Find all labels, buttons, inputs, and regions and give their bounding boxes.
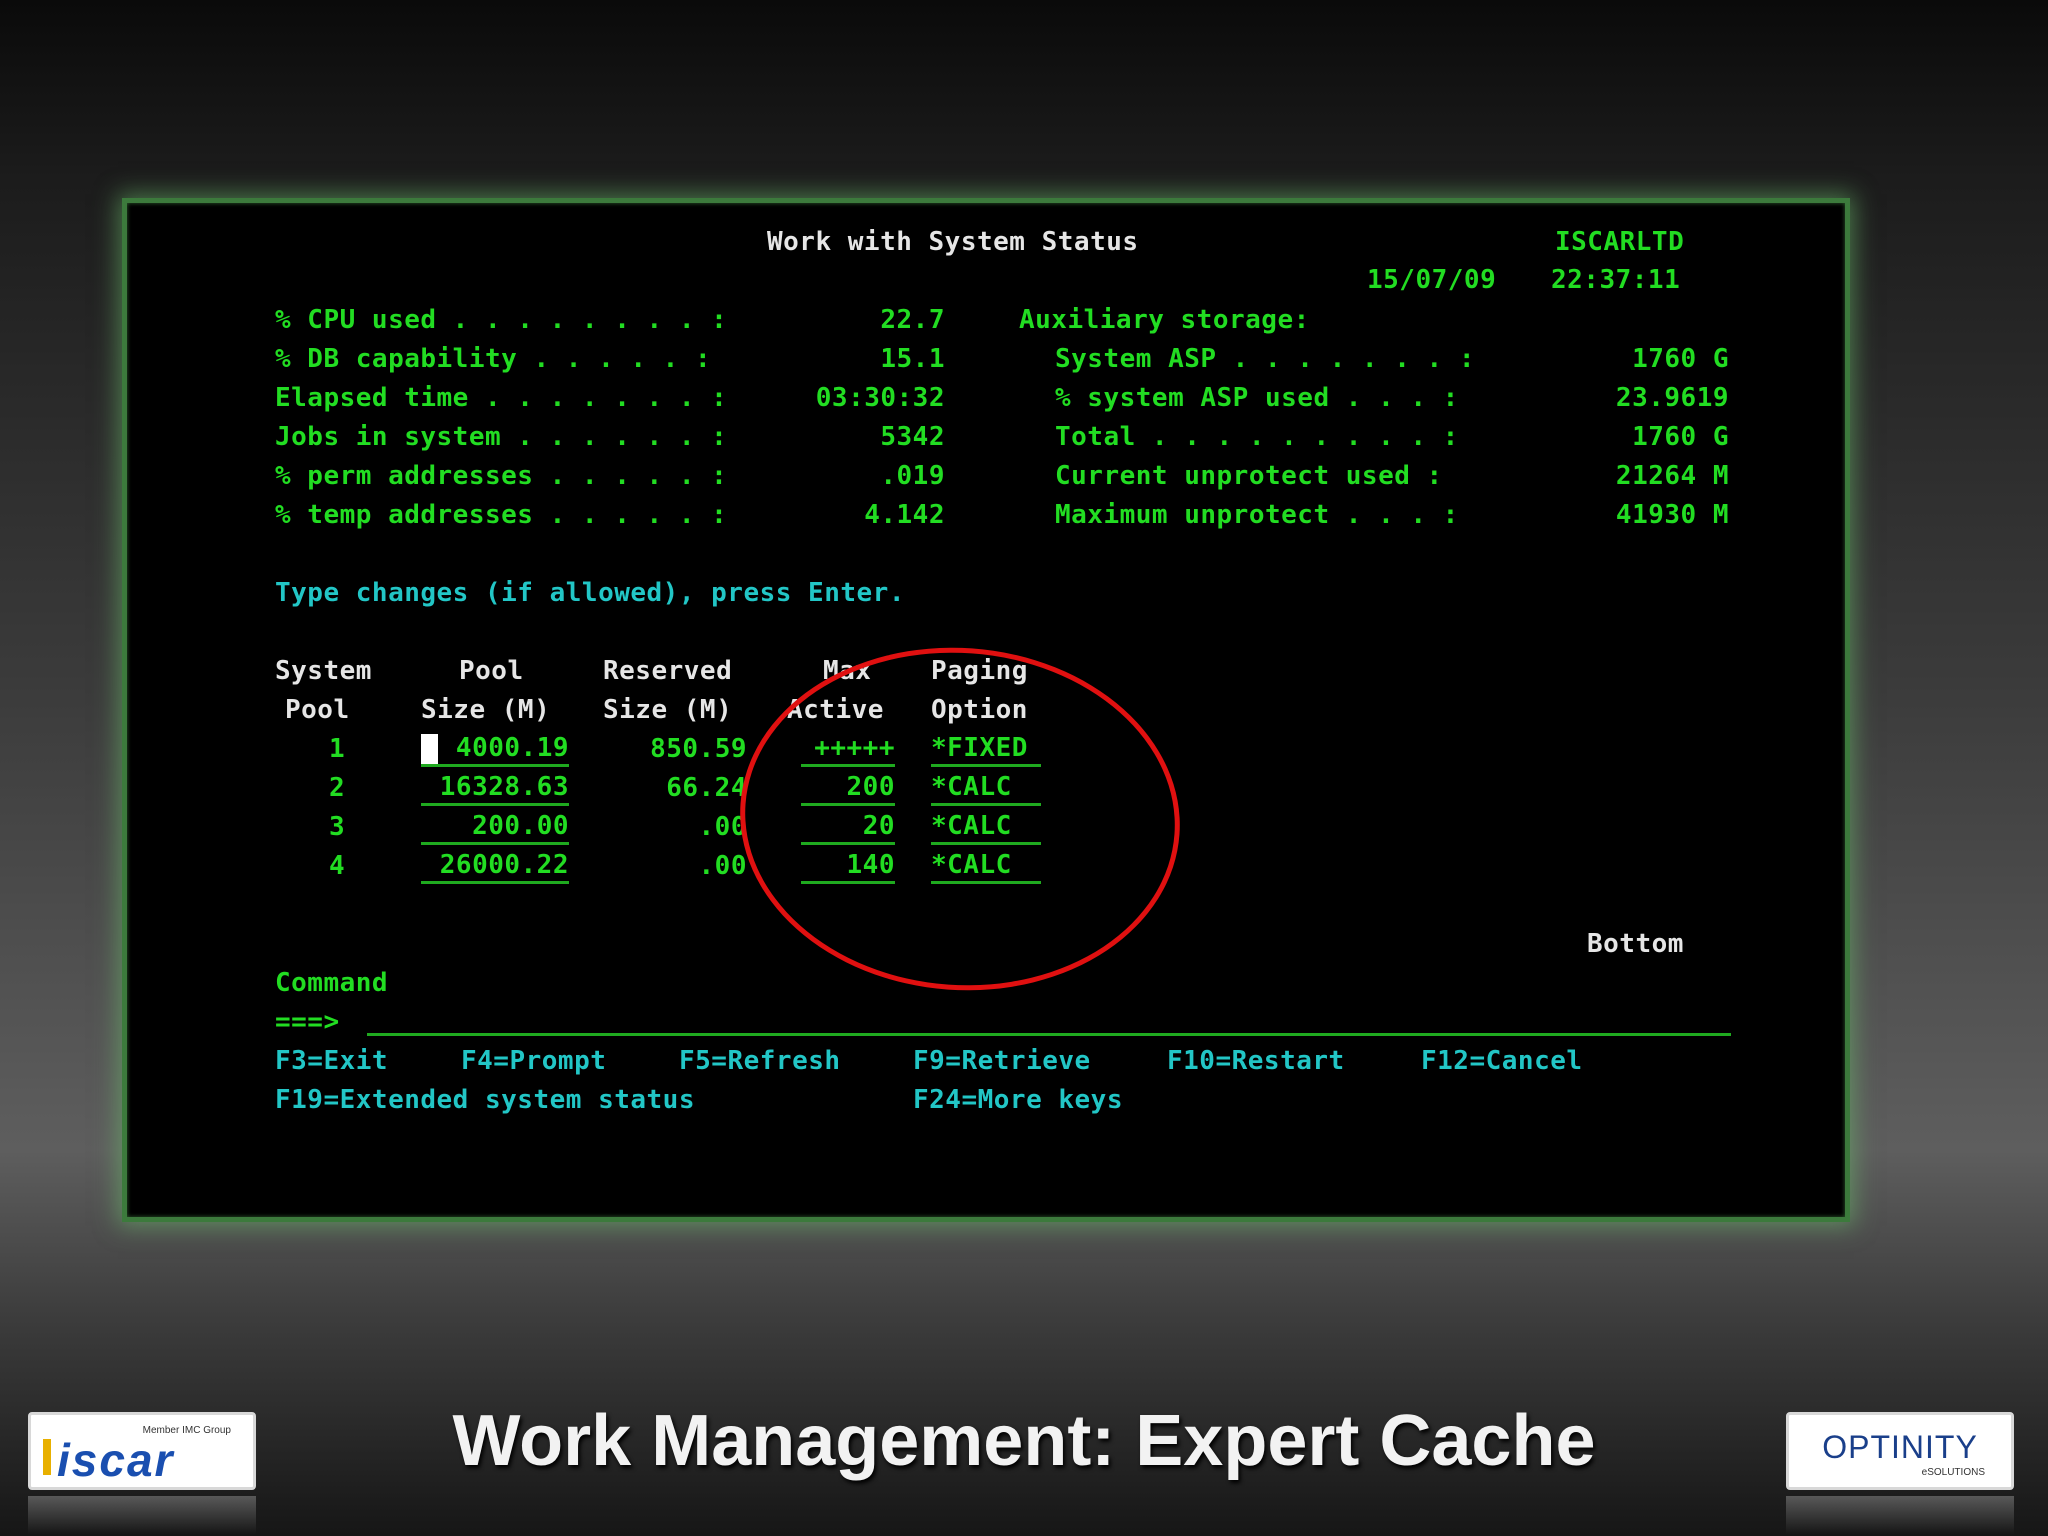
fkey-f5-refresh[interactable]: F5=Refresh: [679, 1044, 841, 1078]
pool-number: 4: [329, 851, 346, 881]
screen-title: Work with System Status: [767, 227, 1139, 257]
command-label: Command: [275, 968, 389, 998]
stat-label-asp-used: % system ASP used . . . :: [1055, 383, 1459, 413]
stat-label-current-unprotect: Current unprotect used :: [1055, 461, 1443, 491]
command-prompt: ===>: [275, 1007, 340, 1037]
date-display: 15/07/09: [1367, 265, 1497, 295]
pool-size-field[interactable]: 4000.19: [421, 732, 569, 767]
col-header-reserved: Reserved: [603, 656, 733, 686]
pool-number: 2: [329, 773, 346, 803]
col-header-pool-size-2: Size (M): [421, 695, 551, 725]
system-name: ISCARLTD: [1555, 227, 1685, 257]
stat-value-max-unprotect: 41930 M: [1615, 500, 1729, 530]
logo-reflection: [1786, 1496, 2014, 1534]
instruction-text: Type changes (if allowed), press Enter.: [275, 578, 905, 608]
stat-value-db: 15.1: [880, 344, 945, 374]
pool-size-field[interactable]: 16328.63: [421, 771, 569, 806]
reserved-size: .00: [698, 812, 747, 842]
fkey-f19-extended[interactable]: F19=Extended system status: [275, 1083, 695, 1117]
stat-value-temp: 4.142: [864, 500, 945, 530]
fkey-f9-retrieve[interactable]: F9=Retrieve: [913, 1044, 1091, 1078]
stat-label-temp: % temp addresses . . . . . :: [275, 500, 728, 530]
pool-number: 1: [329, 734, 346, 764]
col-header-system: System: [275, 656, 372, 686]
col-header-pool-size: Pool: [459, 656, 524, 686]
fkey-f3-exit[interactable]: F3=Exit: [275, 1044, 388, 1078]
stat-label-cpu: % CPU used . . . . . . . . :: [275, 305, 728, 335]
reserved-size: .00: [698, 851, 747, 881]
stat-label-total: Total . . . . . . . . . :: [1055, 422, 1459, 452]
stat-value-current-unprotect: 21264 M: [1615, 461, 1729, 491]
fkey-f10-restart[interactable]: F10=Restart: [1167, 1044, 1345, 1078]
optinity-logo-text: OPTINITY: [1822, 1429, 1978, 1465]
slide-title: Work Management: Expert Cache: [452, 1401, 1596, 1481]
pool-size-field[interactable]: 200.00: [421, 810, 569, 845]
optinity-logo: OPTINITY eSOLUTIONS: [1786, 1412, 2014, 1490]
optinity-logo-subtext: eSOLUTIONS: [1921, 1467, 1985, 1478]
stat-label-db: % DB capability . . . . . :: [275, 344, 712, 374]
stat-label-perm: % perm addresses . . . . . :: [275, 461, 728, 491]
logo-reflection: [28, 1496, 256, 1534]
stat-value-asp-used: 23.9619: [1615, 383, 1729, 413]
fkey-f12-cancel[interactable]: F12=Cancel: [1421, 1044, 1583, 1078]
command-input[interactable]: [367, 1033, 1731, 1036]
reserved-size: 850.59: [650, 734, 747, 764]
col-header-system-2: Pool: [285, 695, 350, 725]
stat-value-jobs: 5342: [880, 422, 945, 452]
fkey-f24-more-keys[interactable]: F24=More keys: [913, 1083, 1123, 1117]
time-display: 22:37:11: [1551, 265, 1681, 295]
pool-size-field[interactable]: 26000.22: [421, 849, 569, 884]
pool-number: 3: [329, 812, 346, 842]
aux-storage-heading: Auxiliary storage:: [1019, 305, 1310, 335]
stat-label-system-asp: System ASP . . . . . . . :: [1055, 344, 1475, 374]
reserved-size: 66.24: [666, 773, 747, 803]
stat-value-elapsed: 03:30:32: [815, 383, 945, 413]
stat-label-elapsed: Elapsed time . . . . . . . :: [275, 383, 728, 413]
stat-value-perm: .019: [880, 461, 945, 491]
bottom-indicator: Bottom: [1587, 929, 1684, 959]
fkey-f4-prompt[interactable]: F4=Prompt: [461, 1044, 606, 1078]
stat-label-jobs: Jobs in system . . . . . . :: [275, 422, 728, 452]
stat-value-system-asp: 1760 G: [1632, 344, 1729, 374]
col-header-reserved-2: Size (M): [603, 695, 733, 725]
stat-value-total: 1760 G: [1632, 422, 1729, 452]
stat-value-cpu: 22.7: [880, 305, 945, 335]
stat-label-max-unprotect: Maximum unprotect . . . :: [1055, 500, 1459, 530]
